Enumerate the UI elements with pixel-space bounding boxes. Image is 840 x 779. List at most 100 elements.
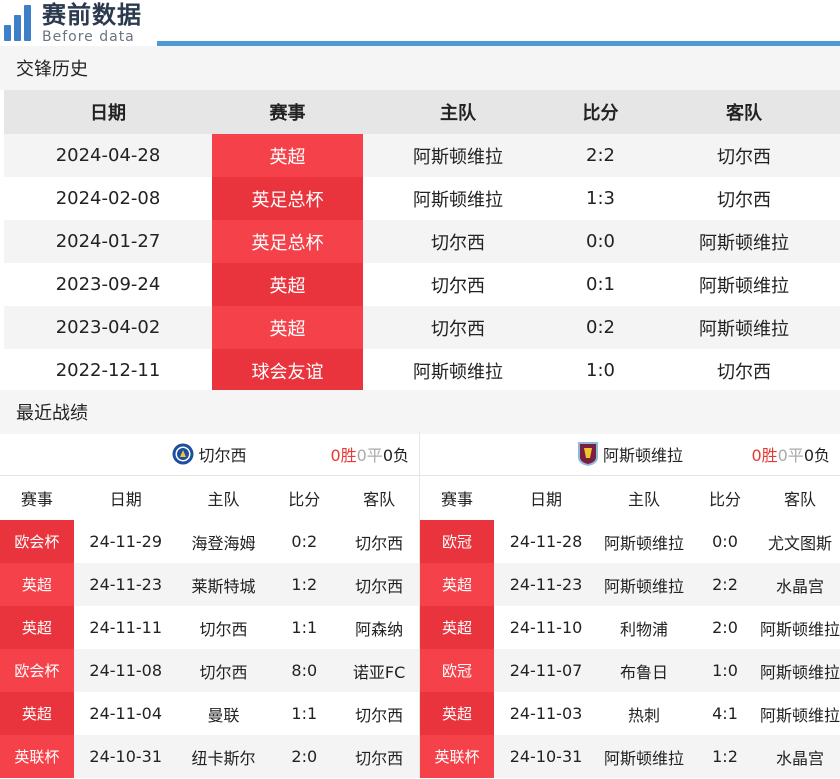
competition-badge: 英超 [212,263,363,306]
match-date: 24-11-23 [509,575,583,594]
logo-subtitle: Before data [42,28,135,45]
competition-badge: 欧会杯 [0,520,74,563]
away-team: 水晶宫 [775,576,824,596]
h2h-row: 2024-04-28 英超 阿斯顿维拉 2:2 切尔西 [4,134,840,177]
match-score: 1:1 [291,618,318,637]
recent-row: 欧冠 24-11-07 布鲁日 1:0 阿斯顿维拉 [420,649,840,692]
away-team: 阿斯顿维拉 [760,619,840,639]
match-date: 24-11-07 [509,661,583,680]
team-header-right: 阿斯顿维拉 0胜 0平 0负 [420,432,840,476]
match-date: 24-11-23 [89,575,163,594]
header-home: 主队 [207,490,240,509]
header-away: 客队 [363,490,396,509]
competition-badge: 欧冠 [420,520,494,563]
home-team: 曼联 [207,705,240,725]
header-comp: 赛事 [20,490,53,509]
away-team: 尤文图斯 [767,533,832,553]
recent-section-title: 最近战绩 [0,390,840,434]
match-date: 24-10-31 [89,747,163,766]
match-score: 4:1 [712,704,738,723]
home-team: 热刺 [627,705,660,725]
home-team: 阿斯顿维拉 [413,361,503,383]
match-score: 0:2 [586,317,615,338]
away-team: 切尔西 [717,146,771,168]
match-date: 24-11-10 [509,618,583,637]
match-score: 1:3 [586,188,615,209]
competition-badge: 英超 [212,134,363,177]
competition-badge: 欧冠 [420,649,494,692]
match-date: 24-11-08 [89,661,163,680]
bar-chart-icon [4,5,38,41]
recent-row: 英超 24-11-10 利物浦 2:0 阿斯顿维拉 [420,606,840,649]
match-score: 0:0 [586,231,615,252]
competition-badge: 英足总杯 [212,177,363,220]
match-date: 24-11-29 [89,532,163,551]
home-team: 莱斯特城 [191,576,256,596]
away-team: 阿斯顿维拉 [760,662,840,682]
match-score: 1:2 [712,747,738,766]
chelsea-badge-icon [172,442,194,466]
home-team: 阿斯顿维拉 [603,533,684,553]
recent-header-row: 赛事 日期 主队 比分 客队 [0,476,419,520]
h2h-table: 日期 赛事 主队 比分 客队 2024-04-28 英超 阿斯顿维拉 2:2 切尔西 20… [4,90,840,392]
home-team: 切尔西 [431,275,485,297]
aston-villa-badge-icon [577,441,599,466]
match-date: 24-10-31 [509,747,583,766]
away-team: 切尔西 [355,576,404,596]
match-score: 1:0 [586,360,615,381]
home-team: 阿斯顿维拉 [603,748,684,768]
match-score: 0:2 [291,532,318,551]
recent-row: 英超 24-11-03 热刺 4:1 阿斯顿维拉 [420,692,840,735]
header-date: 日期 [90,103,126,124]
competition-badge: 欧会杯 [0,649,74,692]
match-date: 2024-04-28 [55,145,161,166]
match-score: 1:2 [291,575,318,594]
competition-badge: 英超 [212,306,363,349]
team-name-left: 切尔西 [198,445,247,465]
recent-table-right: 赛事 日期 主队 比分 客队 欧冠 24-11-28 阿斯顿维拉 0:0 尤文图斯 英超 2… [420,476,840,778]
home-team: 切尔西 [199,662,248,682]
h2h-row: 2024-01-27 英足总杯 切尔西 0:0 阿斯顿维拉 [4,220,840,263]
match-score: 1:0 [712,661,738,680]
away-team: 阿斯顿维拉 [699,275,789,297]
competition-badge: 英超 [420,563,494,606]
recent-row: 英超 24-11-11 切尔西 1:1 阿森纳 [0,606,419,649]
competition-badge: 英超 [420,606,494,649]
match-date: 24-11-03 [509,704,583,723]
logo: 赛前数据 Before data [4,2,142,44]
home-team: 阿斯顿维拉 [413,146,503,168]
header-comp: 赛事 [440,490,473,509]
away-team: 切尔西 [717,189,771,211]
recent-row: 英联杯 24-10-31 阿斯顿维拉 1:2 水晶宫 [420,735,840,778]
match-score: 1:1 [291,704,318,723]
header-home: 主队 [440,103,476,124]
match-score: 8:0 [291,661,318,680]
header-away: 客队 [783,490,816,509]
header-date: 日期 [529,490,562,509]
match-date: 24-11-28 [509,532,583,551]
away-team: 阿森纳 [355,619,404,639]
recent-form: 切尔西 0胜 0平 0负 阿斯顿维拉 0胜 0平 0负 赛事 日期 主队 比分 … [0,432,840,778]
competition-badge: 英超 [0,692,74,735]
away-team: 阿斯顿维拉 [699,318,789,340]
home-team: 切尔西 [431,232,485,254]
match-date: 2023-04-02 [55,317,161,338]
match-score: 0:0 [712,532,738,551]
home-team: 切尔西 [199,619,248,639]
recent-table-left: 赛事 日期 主队 比分 客队 欧会杯 24-11-29 海登海姆 0:2 切尔西 英超 24… [0,476,420,778]
match-date: 2022-12-11 [55,360,161,381]
away-team: 切尔西 [355,748,404,768]
away-team: 切尔西 [717,361,771,383]
away-team: 阿斯顿维拉 [760,705,840,725]
match-date: 2024-01-27 [55,231,161,252]
home-team: 切尔西 [431,318,485,340]
match-score: 2:2 [586,145,615,166]
match-date: 24-11-11 [89,618,163,637]
wdl-right: 0胜 0平 0负 [751,446,830,465]
header-home: 主队 [627,490,660,509]
home-team: 阿斯顿维拉 [413,189,503,211]
competition-badge: 英联杯 [0,735,74,778]
match-score: 2:0 [291,747,318,766]
match-score: 2:0 [712,618,738,637]
h2h-section-title: 交锋历史 [0,46,840,90]
